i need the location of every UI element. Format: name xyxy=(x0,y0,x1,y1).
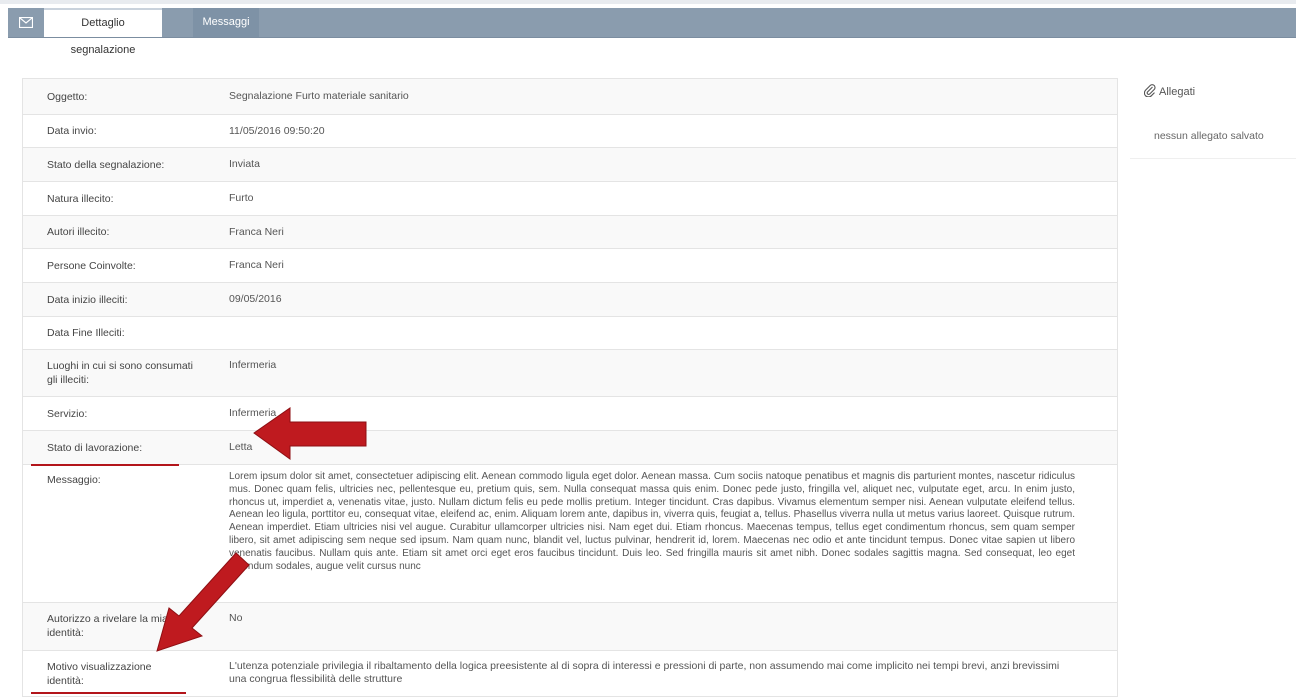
field-label: Autori illecito: xyxy=(47,226,110,238)
field-row-data-inizio-illeciti: Data inizio illeciti: 09/05/2016 xyxy=(23,282,1117,316)
field-value: Franca Neri xyxy=(229,259,284,271)
field-value: L'utenza potenziale privilegia il ribalt… xyxy=(229,660,1060,685)
field-value: Infermeria xyxy=(229,407,277,419)
paperclip-icon xyxy=(1143,84,1156,100)
field-label: Data inizio illeciti: xyxy=(47,293,128,306)
field-value: Inviata xyxy=(229,158,260,170)
field-label: Data Fine Illeciti: xyxy=(47,327,125,339)
field-row-data-invio: Data invio: 11/05/2016 09:50:20 xyxy=(23,114,1117,147)
field-row-motivo-identita: Motivo visualizzazione identità: L'utenz… xyxy=(23,650,1117,696)
field-label: Messaggio: xyxy=(47,474,101,486)
tab-dettaglio-segnalazione[interactable]: Dettaglio segnalazione xyxy=(44,8,162,56)
field-value-messaggio: Lorem ipsum dolor sit amet, consectetuer… xyxy=(229,471,1075,572)
tab-bar: Dettaglio segnalazione Messaggi xyxy=(8,8,1296,56)
tab-messaggi[interactable]: Messaggi xyxy=(193,8,259,37)
field-label-stato-lavorazione: Stato di lavorazione: xyxy=(23,431,203,466)
field-row-natura-illecito: Natura illecito: Furto xyxy=(23,181,1117,215)
field-label: Luoghi in cui si sono consumati gli ille… xyxy=(47,360,193,386)
field-label: Autorizzo a rivelare la mia identità: xyxy=(47,613,168,639)
envelope-icon xyxy=(8,8,44,37)
field-value: Letta xyxy=(229,441,253,453)
field-label: Data invio: xyxy=(47,125,97,137)
attachments-panel: Allegati nessun allegato salvato xyxy=(1130,78,1296,159)
top-border xyxy=(0,0,1296,4)
field-label-motivo: Motivo visualizzazione identità: xyxy=(23,651,203,696)
field-row-persone-coinvolte: Persone Coinvolte: Franca Neri xyxy=(23,248,1117,282)
field-value: Furto xyxy=(229,192,254,204)
field-value: Infermeria xyxy=(229,359,277,371)
field-value xyxy=(203,317,1117,349)
field-row-data-fine-illeciti: Data Fine Illeciti: xyxy=(23,316,1117,349)
field-row-luoghi-illeciti: Luoghi in cui si sono consumati gli ille… xyxy=(23,349,1117,396)
field-row-servizio: Servizio: Infermeria xyxy=(23,396,1117,430)
report-details-table: Oggetto: Segnalazione Furto materiale sa… xyxy=(22,78,1118,697)
annotation-underline xyxy=(31,692,186,694)
attachments-empty-text: nessun allegato salvato xyxy=(1154,130,1264,142)
field-label: Persone Coinvolte: xyxy=(47,259,136,272)
field-row-autorizzo-identita: Autorizzo a rivelare la mia identità: No xyxy=(23,602,1117,650)
field-label-text: Motivo visualizzazione identità: xyxy=(47,661,152,687)
field-label-text: Stato di lavorazione: xyxy=(47,441,143,454)
attachments-title: Allegati xyxy=(1159,86,1196,98)
field-value: 09/05/2016 xyxy=(229,293,282,305)
field-label: Servizio: xyxy=(47,407,88,420)
field-value: No xyxy=(229,612,243,624)
field-row-stato-segnalazione: Stato della segnalazione: Inviata xyxy=(23,147,1117,181)
field-label: Oggetto: xyxy=(47,90,88,103)
field-label: Stato della segnalazione: xyxy=(47,158,165,171)
field-value: Franca Neri xyxy=(229,225,284,238)
field-label: Natura illecito: xyxy=(47,192,114,205)
attachments-header: Allegati xyxy=(1143,84,1196,100)
field-row-autori-illecito: Autori illecito: Franca Neri xyxy=(23,215,1117,248)
field-row-oggetto: Oggetto: Segnalazione Furto materiale sa… xyxy=(23,79,1117,114)
field-row-messaggio: Messaggio: Lorem ipsum dolor sit amet, c… xyxy=(23,464,1117,602)
field-value: 11/05/2016 09:50:20 xyxy=(229,124,325,137)
field-row-stato-lavorazione: Stato di lavorazione: Letta xyxy=(23,430,1117,466)
field-value: Segnalazione Furto materiale sanitario xyxy=(229,90,409,102)
